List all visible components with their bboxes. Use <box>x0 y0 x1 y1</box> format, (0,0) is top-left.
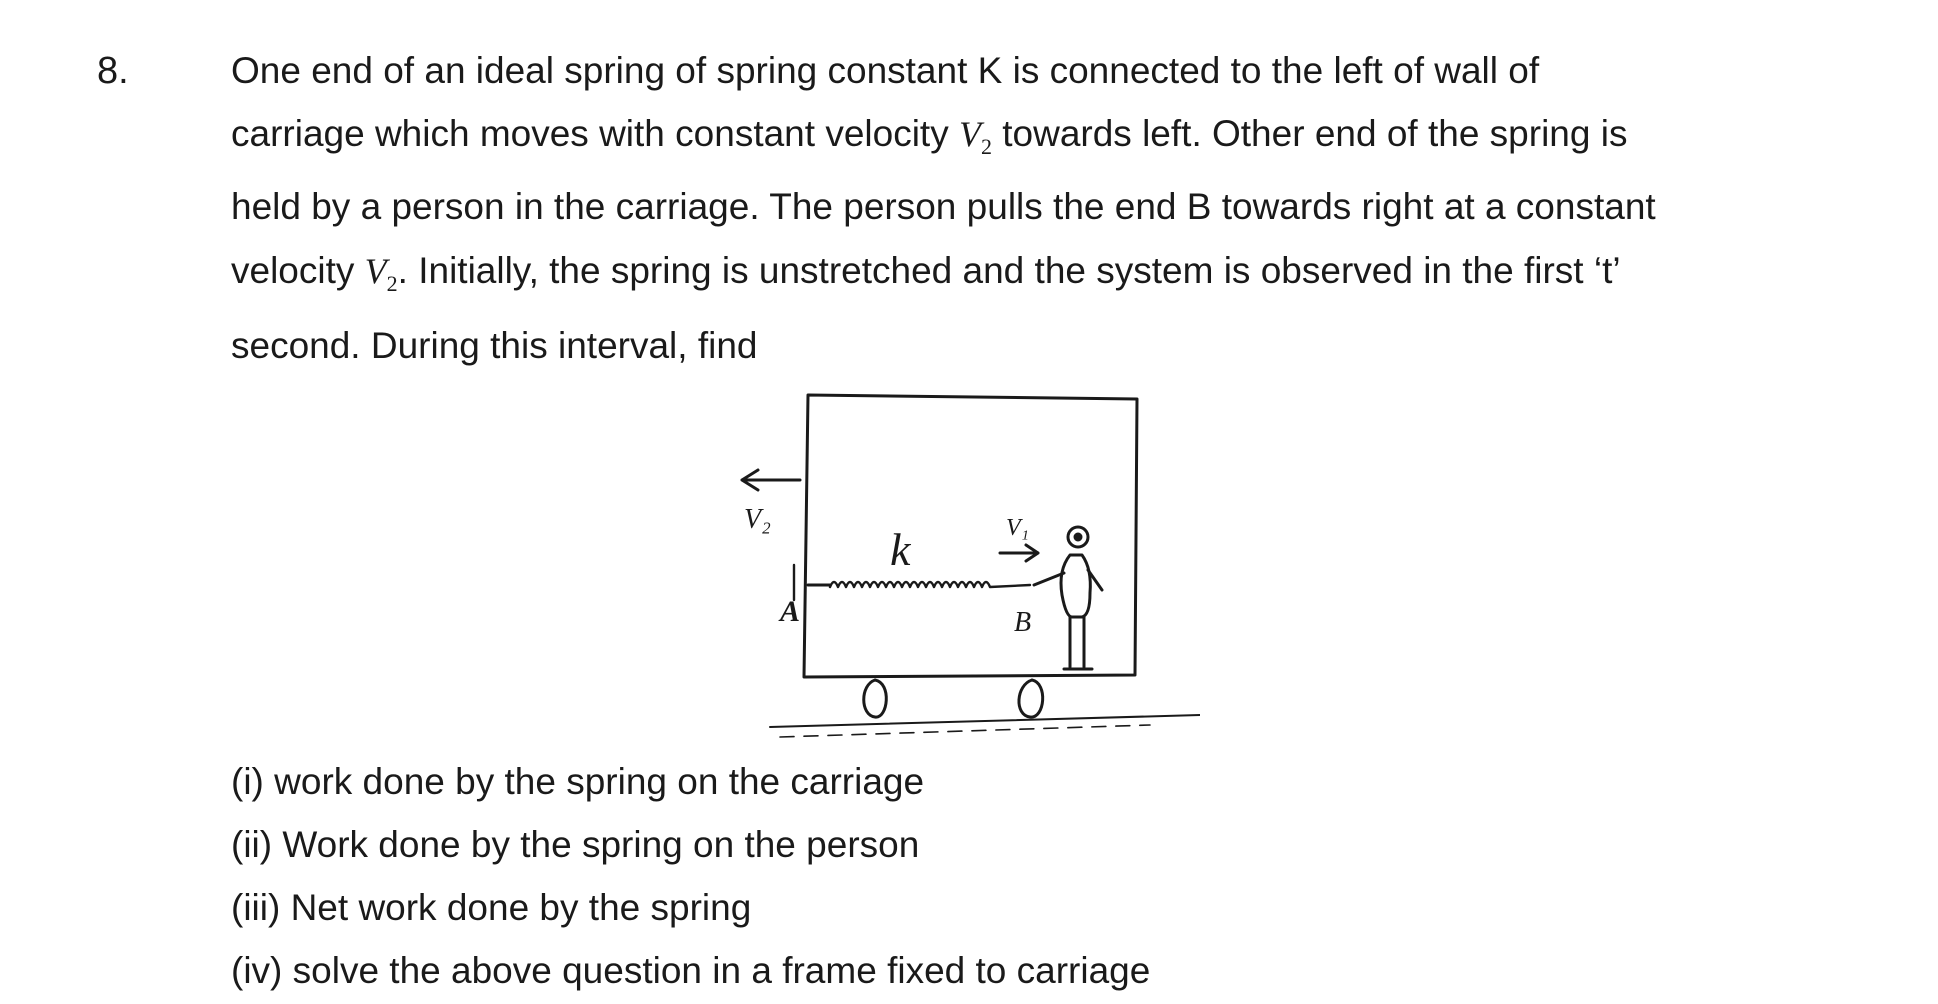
label-k: k <box>890 524 912 575</box>
carriage-diagram: V₂ V₁ k A B <box>730 385 1200 755</box>
line-text-post: towards left. Other end of the spring is <box>991 113 1628 154</box>
question-line-4: velocity V2. Initially, the spring is un… <box>231 248 1831 296</box>
label-v2: V₂ <box>744 504 771 535</box>
ground-hatch <box>779 724 1151 738</box>
carriage-velocity-arrow <box>740 468 802 492</box>
wheel-left <box>862 678 888 719</box>
part-iv: (iv) solve the above question in a frame… <box>231 950 1151 991</box>
question-line-1: One end of an ideal spring of spring con… <box>231 48 1831 94</box>
part-i: (i) work done by the spring on the carri… <box>231 761 925 802</box>
line-text-pre: carriage which moves with constant veloc… <box>231 113 959 154</box>
question-line-2: carriage which moves with constant veloc… <box>231 111 1831 159</box>
part-iii: (iii) Net work done by the spring <box>231 887 752 928</box>
question-number: 8. <box>97 50 129 92</box>
question-line-5: second. During this interval, find <box>231 323 1831 369</box>
line-text: second. During this interval, find <box>231 325 758 366</box>
wheel-right <box>1017 678 1045 719</box>
label-A: A <box>778 595 800 628</box>
velocity-symbol: V2 <box>958 114 992 159</box>
person-velocity-arrow <box>998 543 1040 563</box>
line-text-post: . Initially, the spring is unstretched a… <box>397 250 1621 291</box>
carriage-diagram-svg: V₂ V₁ k A B <box>740 393 1200 738</box>
label-v1: V₁ <box>1006 515 1029 541</box>
part-ii: (ii) Work done by the spring on the pers… <box>231 824 920 865</box>
person-body <box>1059 553 1092 619</box>
person-legs <box>1062 615 1094 671</box>
line-text-pre: velocity <box>231 250 365 291</box>
question-line-3: held by a person in the carriage. The pe… <box>231 184 1831 230</box>
label-B: B <box>1014 607 1031 638</box>
spring <box>828 580 1032 589</box>
velocity-symbol: V2 <box>364 251 398 296</box>
ground-line <box>769 714 1200 728</box>
line-text: held by a person in the carriage. The pe… <box>231 186 1656 227</box>
line-text: One end of an ideal spring of spring con… <box>231 50 1540 91</box>
